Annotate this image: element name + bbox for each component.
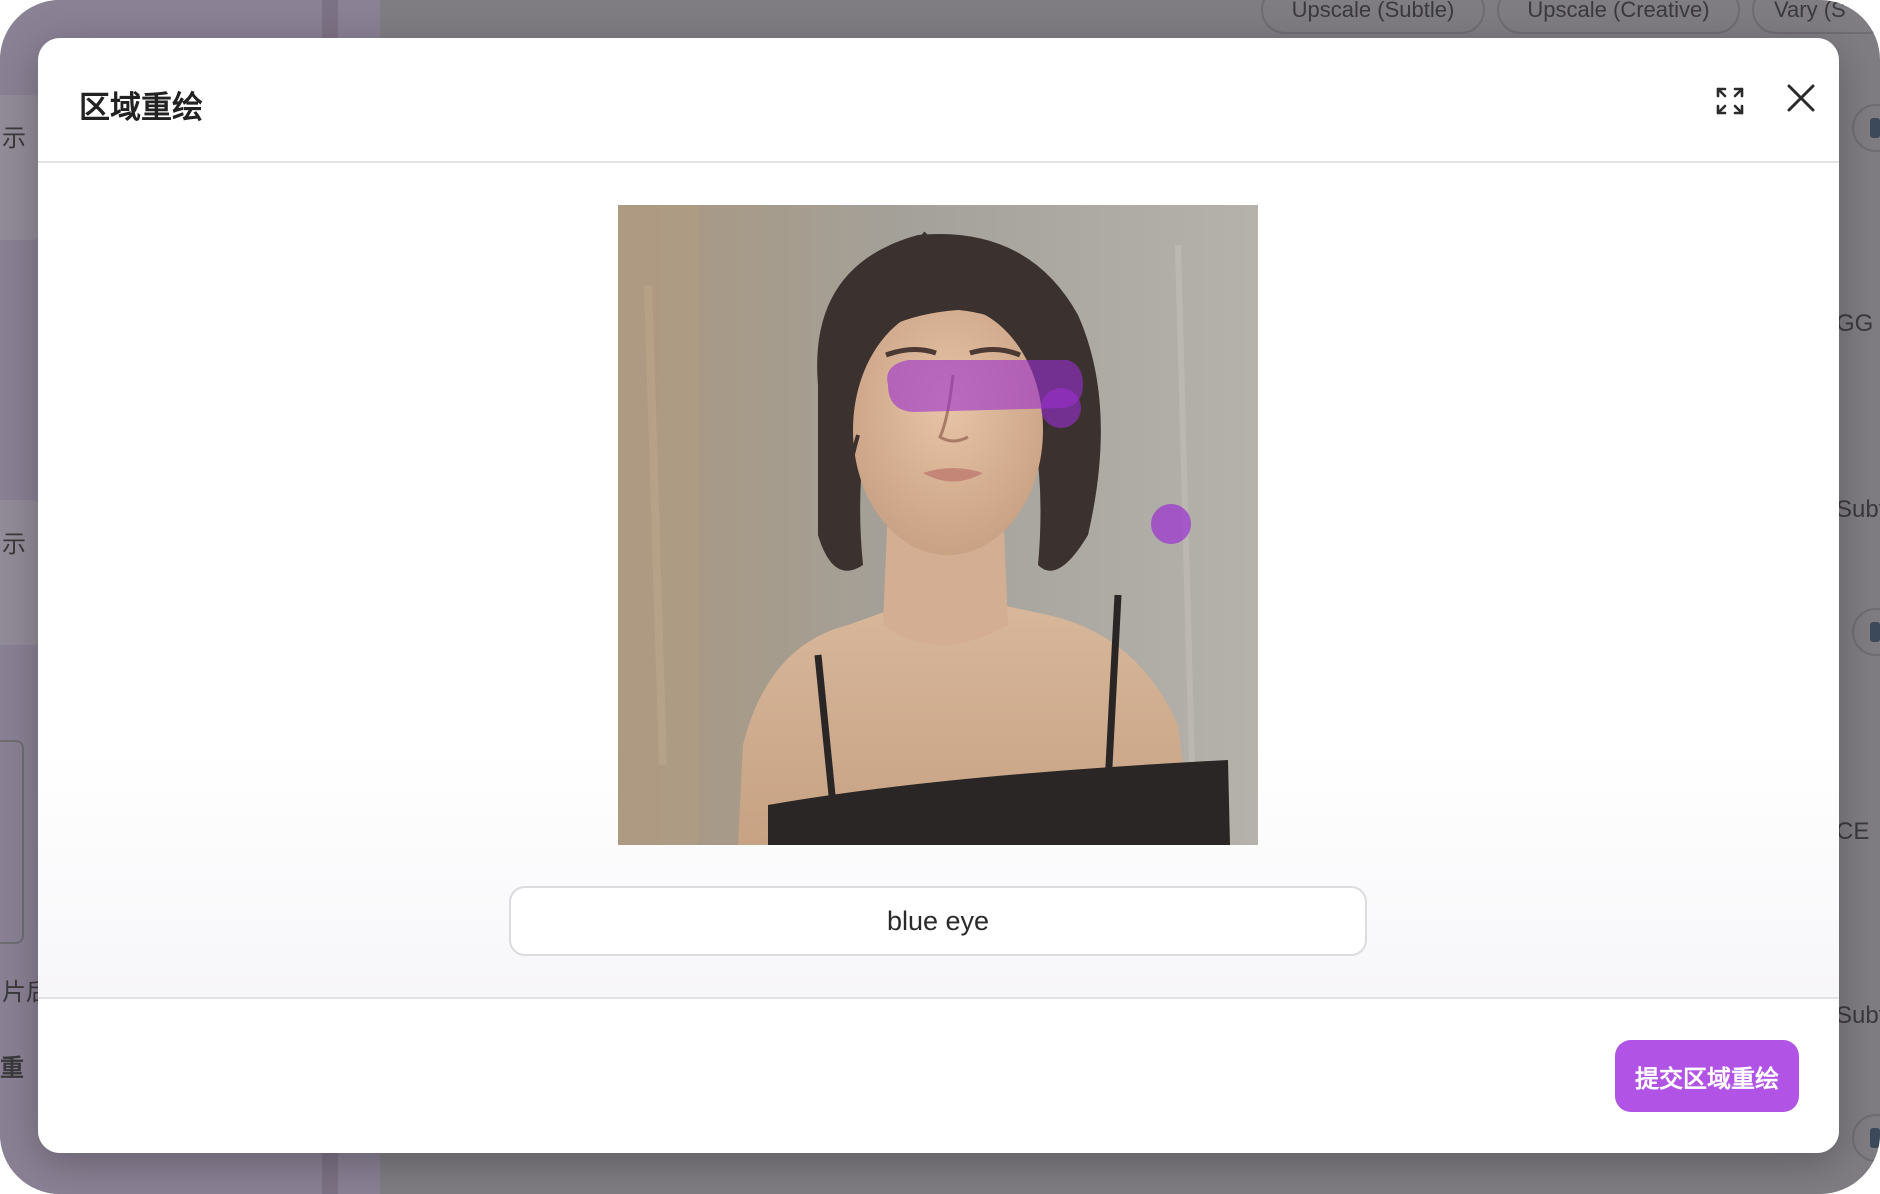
background-thumbnail xyxy=(1870,622,1880,642)
close-icon xyxy=(1787,84,1815,112)
background-pill: Upscale (Creative) xyxy=(1497,0,1740,34)
background-right-label: GG xyxy=(1836,310,1874,337)
background-sidebar-label: 重 xyxy=(0,1055,24,1082)
background-sidebar-label: 示 xyxy=(2,531,26,558)
expand-icon xyxy=(1716,87,1744,115)
background-pill: Vary (S xyxy=(1752,0,1880,34)
submit-inpaint-button[interactable]: 提交区域重绘 xyxy=(1615,1040,1799,1112)
modal-header: 区域重绘 xyxy=(38,38,1839,163)
modal-body xyxy=(38,163,1839,997)
modal-title: 区域重绘 xyxy=(79,90,203,125)
app-screen: 示 示 片后 重 Upscale (Subtle) Upscale (Creat… xyxy=(0,0,1880,1194)
background-sidebar-label: 示 xyxy=(2,125,26,152)
close-button[interactable] xyxy=(1779,76,1823,120)
background-right-label: Subt xyxy=(1836,1002,1880,1029)
background-sidebar-panel xyxy=(0,740,24,944)
background-right-label: Subt xyxy=(1836,496,1880,523)
background-right-label: CE xyxy=(1836,818,1870,845)
background-sidebar-card xyxy=(0,95,40,240)
inpaint-canvas[interactable] xyxy=(618,205,1258,845)
modal-footer: 提交区域重绘 xyxy=(38,997,1839,1153)
fullscreen-button[interactable] xyxy=(1708,79,1752,123)
portrait-image xyxy=(618,205,1258,845)
background-pill: Upscale (Subtle) xyxy=(1261,0,1485,34)
background-sidebar-card xyxy=(0,500,40,645)
background-thumbnail xyxy=(1870,118,1880,138)
background-thumbnail xyxy=(1870,1128,1880,1148)
inpaint-modal: 区域重绘 blue eye 提交区域重绘 xyxy=(38,38,1839,1153)
prompt-input[interactable] xyxy=(509,886,1367,956)
